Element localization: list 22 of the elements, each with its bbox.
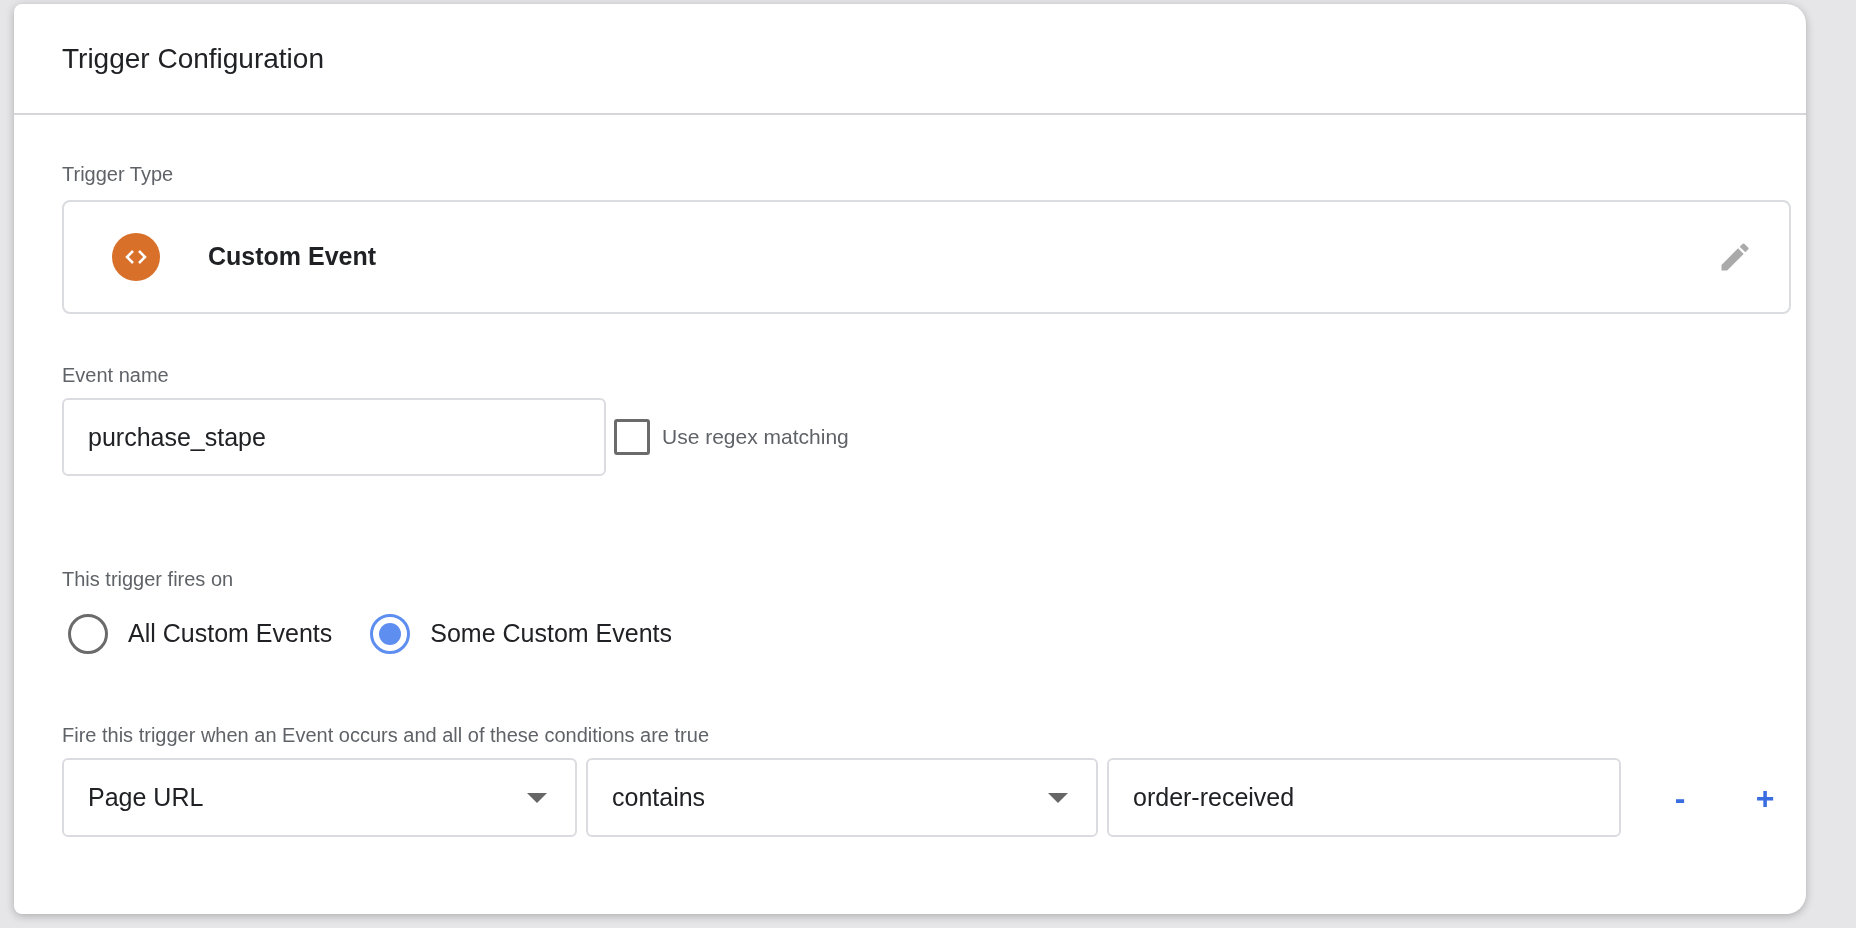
radio-button[interactable] — [370, 614, 411, 654]
code-brackets-icon — [112, 233, 160, 281]
section-label: Fire this trigger when an Event occurs and all of these conditions are true — [62, 723, 709, 748]
radio-label: All Custom Events — [128, 618, 333, 650]
field-label: Event name — [62, 363, 169, 388]
value-field[interactable]: order-received — [1107, 758, 1621, 837]
regex-label: Use regex matching — [662, 424, 849, 451]
radio-label: Some Custom Events — [430, 618, 672, 650]
section-label: Trigger Type — [62, 162, 174, 187]
trigger-type-card[interactable]: Custom Event — [62, 200, 1791, 314]
operator-dropdown[interactable]: contains — [586, 758, 1098, 837]
panel-title: Trigger Configuration — [62, 41, 324, 76]
event-name-field[interactable]: purchase_stape — [62, 398, 606, 476]
regex-checkbox[interactable] — [614, 419, 650, 455]
radio-button[interactable] — [68, 614, 108, 654]
variable-dropdown[interactable]: Page URL — [62, 758, 577, 837]
dropdown-caret-icon — [1048, 792, 1068, 803]
trigger-type-name: Custom Event — [208, 241, 378, 273]
dropdown-caret-icon — [527, 792, 547, 803]
remove-condition-button[interactable]: - — [1660, 777, 1700, 818]
section-label: This trigger fires on — [62, 567, 234, 592]
add-condition-button[interactable]: + — [1745, 777, 1785, 818]
